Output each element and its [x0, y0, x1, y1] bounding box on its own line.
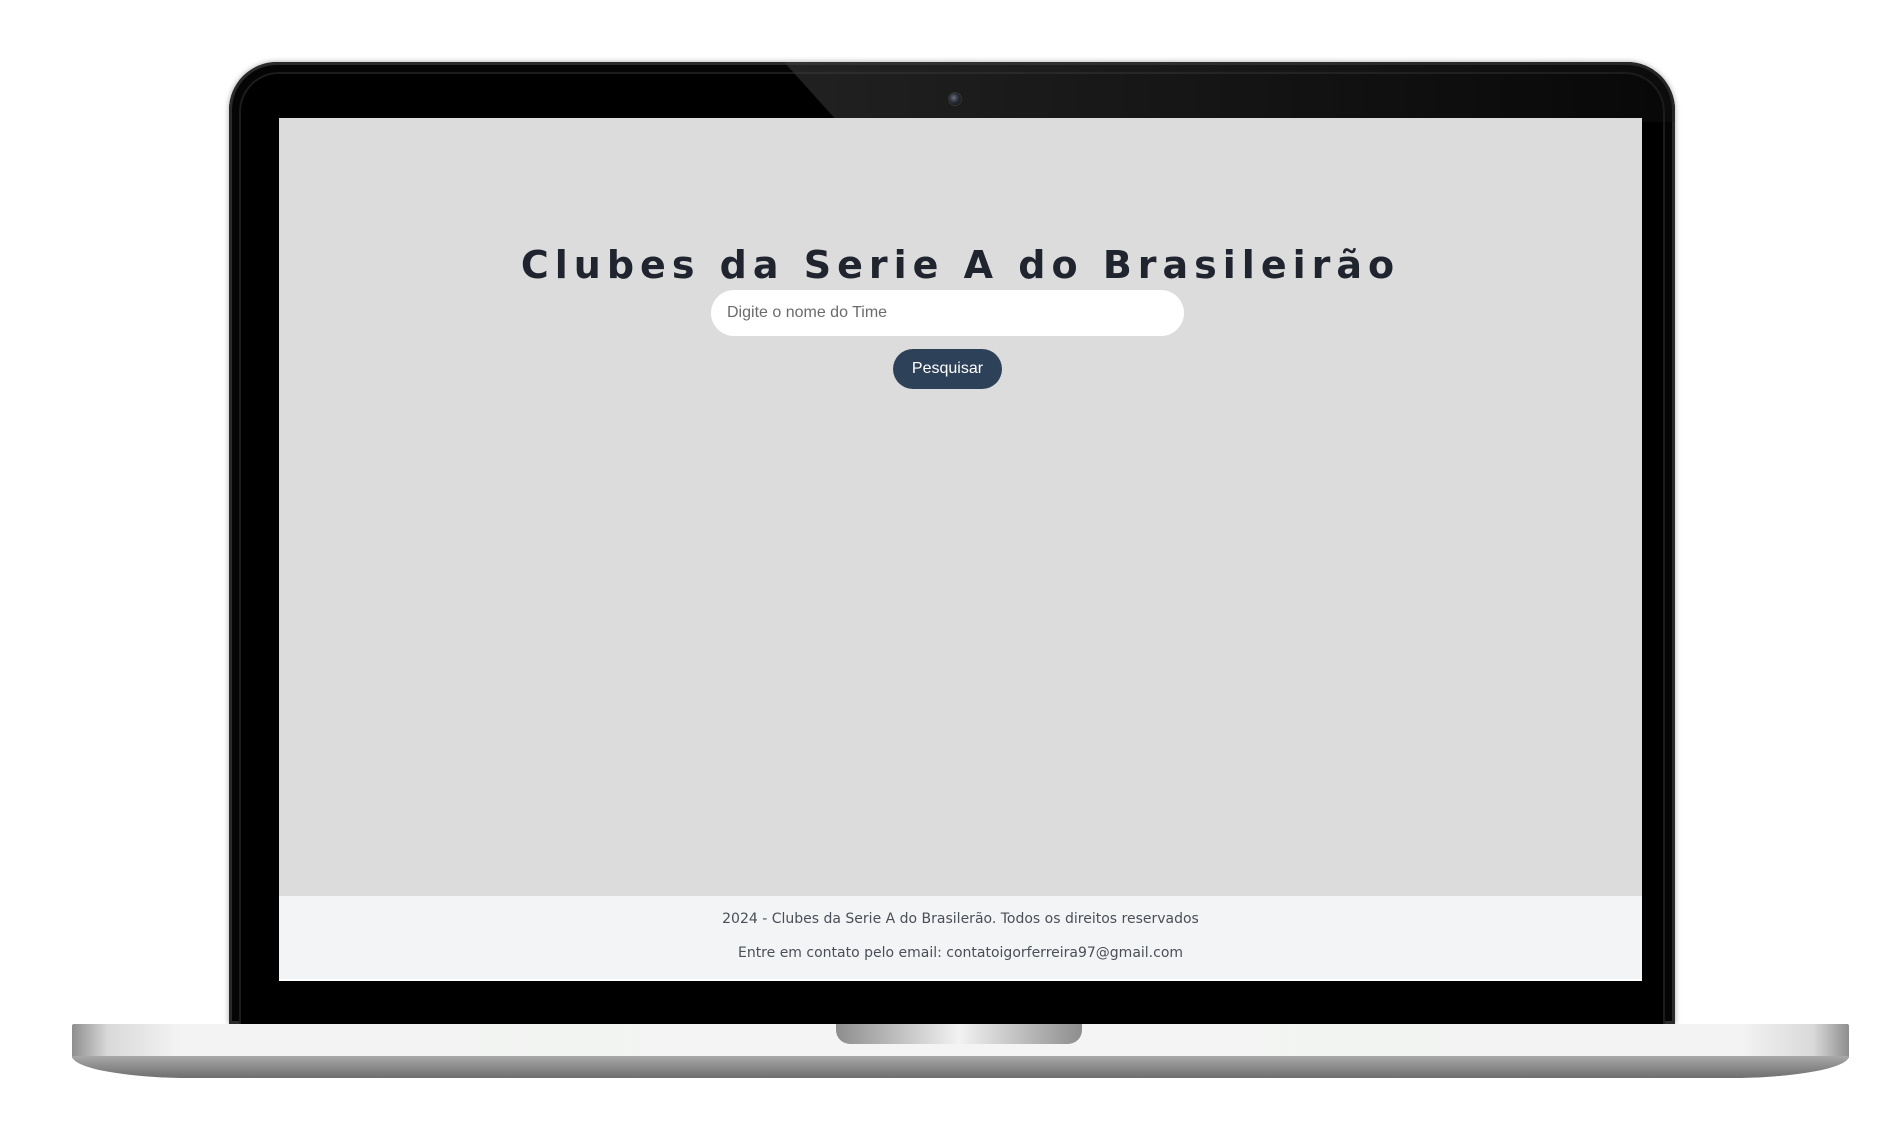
laptop-mockup: Clubes da Serie A do Brasileirão Pesquis…	[0, 0, 1895, 1139]
page-title: Clubes da Serie A do Brasileirão	[520, 243, 1401, 288]
search-button[interactable]: Pesquisar	[893, 349, 1002, 389]
laptop-base-bottom	[72, 1056, 1849, 1078]
team-search-input[interactable]	[711, 290, 1184, 336]
webcam-icon	[948, 92, 962, 106]
footer-copyright: 2024 - Clubes da Serie A do Brasilerão. …	[722, 911, 1199, 927]
footer-contact: Entre em contato pelo email: contatoigor…	[737, 945, 1184, 961]
laptop-opening-notch	[836, 1024, 1082, 1044]
bezel-reflection	[784, 62, 1675, 122]
browser-viewport: Clubes da Serie A do Brasileirão Pesquis…	[279, 118, 1642, 981]
page-footer: 2024 - Clubes da Serie A do Brasilerão. …	[279, 896, 1642, 979]
